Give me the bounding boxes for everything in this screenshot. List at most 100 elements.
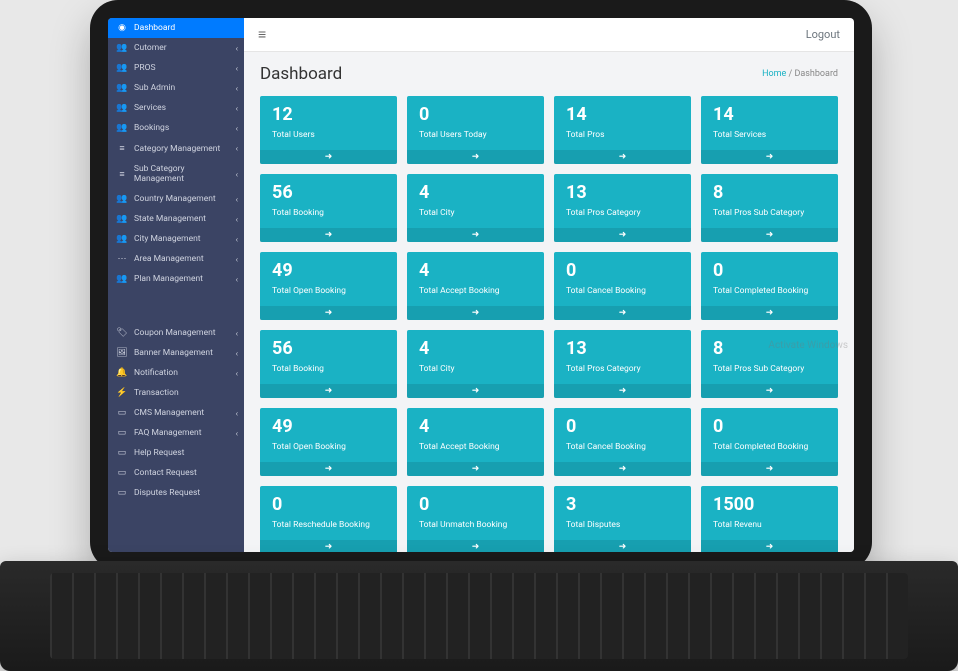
arrow-right-icon[interactable]: ➜ [554,384,691,398]
stat-label: Total Services [713,130,826,140]
arrow-right-icon[interactable]: ➜ [407,384,544,398]
sidebar-item-disputes-request[interactable]: ▭Disputes Request [108,483,244,503]
sidebar-item-coupon-management[interactable]: 🏷Coupon Management‹ [108,323,244,343]
faq-icon: ▭ [116,428,128,438]
stat-card[interactable]: 14Total Pros➜ [554,96,691,164]
arrow-right-icon[interactable]: ➜ [701,306,838,320]
sidebar-item-sub-admin[interactable]: 👥Sub Admin‹ [108,78,244,98]
stat-card[interactable]: 49Total Open Booking➜ [260,408,397,476]
topbar: ≡ Logout [244,18,854,52]
stat-card[interactable]: 8 Total Pros Sub Category ➜ [701,330,838,398]
sidebar-item-area-management[interactable]: ⋯Area Management‹ [108,249,244,269]
chevron-left-icon: ‹ [236,144,238,153]
arrow-right-icon[interactable]: ➜ [554,228,691,242]
arrow-right-icon[interactable]: ➜ [407,462,544,476]
stat-card[interactable]: 3Total Disputes➜ [554,486,691,552]
stat-card[interactable]: 0Total Cancel Booking➜ [554,252,691,320]
sidebar-item-transaction[interactable]: ⚡Transaction [108,383,244,403]
stat-label: Total Pros Category [566,364,679,374]
stat-card[interactable]: 0Total Reschedule Booking➜ [260,486,397,552]
stat-value: 3 [566,496,679,514]
sidebar-item-contact-request[interactable]: ▭Contact Request [108,463,244,483]
logout-link[interactable]: Logout [806,28,840,41]
sidebar-item-label: Bookings [134,123,169,133]
stat-card[interactable]: 4Total City➜ [407,174,544,242]
sidebar-item-label: Sub Category Management [134,164,236,184]
stat-card[interactable]: 1500Total Revenu➜ [701,486,838,552]
arrow-right-icon[interactable]: ➜ [701,228,838,242]
arrow-right-icon[interactable]: ➜ [260,540,397,552]
arrow-right-icon[interactable]: ➜ [701,462,838,476]
stat-card[interactable]: 0Total Completed Booking➜ [701,252,838,320]
stat-value: 0 [713,262,826,280]
stat-card[interactable]: 12Total Users➜ [260,96,397,164]
arrow-right-icon[interactable]: ➜ [407,228,544,242]
stat-value: 8 [713,340,826,358]
tag-icon: 🏷 [116,328,128,338]
sidebar-item-bookings[interactable]: 👥Bookings‹ [108,118,244,138]
stat-value: 14 [566,106,679,124]
sidebar-item-label: Services [134,103,166,113]
sidebar-item-banner-management[interactable]: 🖼Banner Management‹ [108,343,244,363]
sidebar-item-country-management[interactable]: 👥Country Management‹ [108,189,244,209]
stat-card[interactable]: 4Total Accept Booking➜ [407,252,544,320]
sidebar-item-state-management[interactable]: 👥State Management‹ [108,209,244,229]
sidebar-item-label: Category Management [134,144,220,154]
sidebar-item-pros[interactable]: 👥PROS‹ [108,58,244,78]
arrow-right-icon[interactable]: ➜ [407,150,544,164]
stat-card[interactable]: 8Total Pros Sub Category➜ [701,174,838,242]
arrow-right-icon[interactable]: ➜ [407,306,544,320]
stat-card[interactable]: 14Total Services➜ [701,96,838,164]
stat-value: 56 [272,184,385,202]
stat-card[interactable]: 0Total Completed Booking➜ [701,408,838,476]
stat-card[interactable]: 13Total Pros Category➜ [554,330,691,398]
stat-label: Total Booking [272,364,385,374]
sidebar-item-label: Banner Management [134,348,213,358]
stat-card[interactable]: 0Total Unmatch Booking➜ [407,486,544,552]
sidebar-item-sub-category-management[interactable]: ≡Sub Category Management‹ [108,159,244,189]
arrow-right-icon[interactable]: ➜ [260,306,397,320]
sidebar-item-category-management[interactable]: ≡Category Management‹ [108,138,244,159]
sidebar-item-dashboard[interactable]: ◉Dashboard [108,18,244,38]
stat-card[interactable]: 4Total Accept Booking➜ [407,408,544,476]
sidebar-item-city-management[interactable]: 👥City Management‹ [108,229,244,249]
arrow-right-icon[interactable]: ➜ [260,150,397,164]
chevron-left-icon: ‹ [236,235,238,244]
arrow-right-icon[interactable]: ➜ [701,384,838,398]
arrow-right-icon[interactable]: ➜ [554,150,691,164]
stat-label: Total Cancel Booking [566,442,679,452]
sidebar-item-cms-management[interactable]: ▭CMS Management‹ [108,403,244,423]
arrow-right-icon[interactable]: ➜ [260,384,397,398]
help-icon: ▭ [116,448,128,458]
arrow-right-icon[interactable]: ➜ [554,306,691,320]
arrow-right-icon[interactable]: ➜ [260,462,397,476]
sidebar-item-faq-management[interactable]: ▭FAQ Management‹ [108,423,244,443]
breadcrumb-home-link[interactable]: Home [762,69,786,79]
stat-value: 8 [713,184,826,202]
arrow-right-icon[interactable]: ➜ [554,540,691,552]
sidebar-item-services[interactable]: 👥Services‹ [108,98,244,118]
stat-value: 0 [272,496,385,514]
stat-label: Total Pros Sub Category [713,364,826,374]
sidebar-item-notification[interactable]: 🔔Notification‹ [108,363,244,383]
arrow-right-icon[interactable]: ➜ [701,540,838,552]
stat-card[interactable]: 49Total Open Booking➜ [260,252,397,320]
stat-card[interactable]: 56Total Booking➜ [260,330,397,398]
menu-toggle-icon[interactable]: ≡ [258,26,266,43]
chevron-left-icon: ‹ [236,255,238,264]
arrow-right-icon[interactable]: ➜ [554,462,691,476]
stat-card[interactable]: 13Total Pros Category➜ [554,174,691,242]
sidebar-item-plan-management[interactable]: 👥Plan Management‹ [108,269,244,289]
arrow-right-icon[interactable]: ➜ [701,150,838,164]
sidebar-item-help-request[interactable]: ▭Help Request [108,443,244,463]
sidebar-item-cutomer[interactable]: 👥Cutomer‹ [108,38,244,58]
arrow-right-icon[interactable]: ➜ [260,228,397,242]
arrow-right-icon[interactable]: ➜ [407,540,544,552]
stat-card[interactable]: 0Total Cancel Booking➜ [554,408,691,476]
users-icon: 👥 [116,274,128,284]
stat-card[interactable]: 56Total Booking➜ [260,174,397,242]
sidebar-item-label: Area Management [134,254,204,264]
chevron-left-icon: ‹ [236,44,238,53]
stat-card[interactable]: 0Total Users Today➜ [407,96,544,164]
stat-card[interactable]: 4Total City➜ [407,330,544,398]
